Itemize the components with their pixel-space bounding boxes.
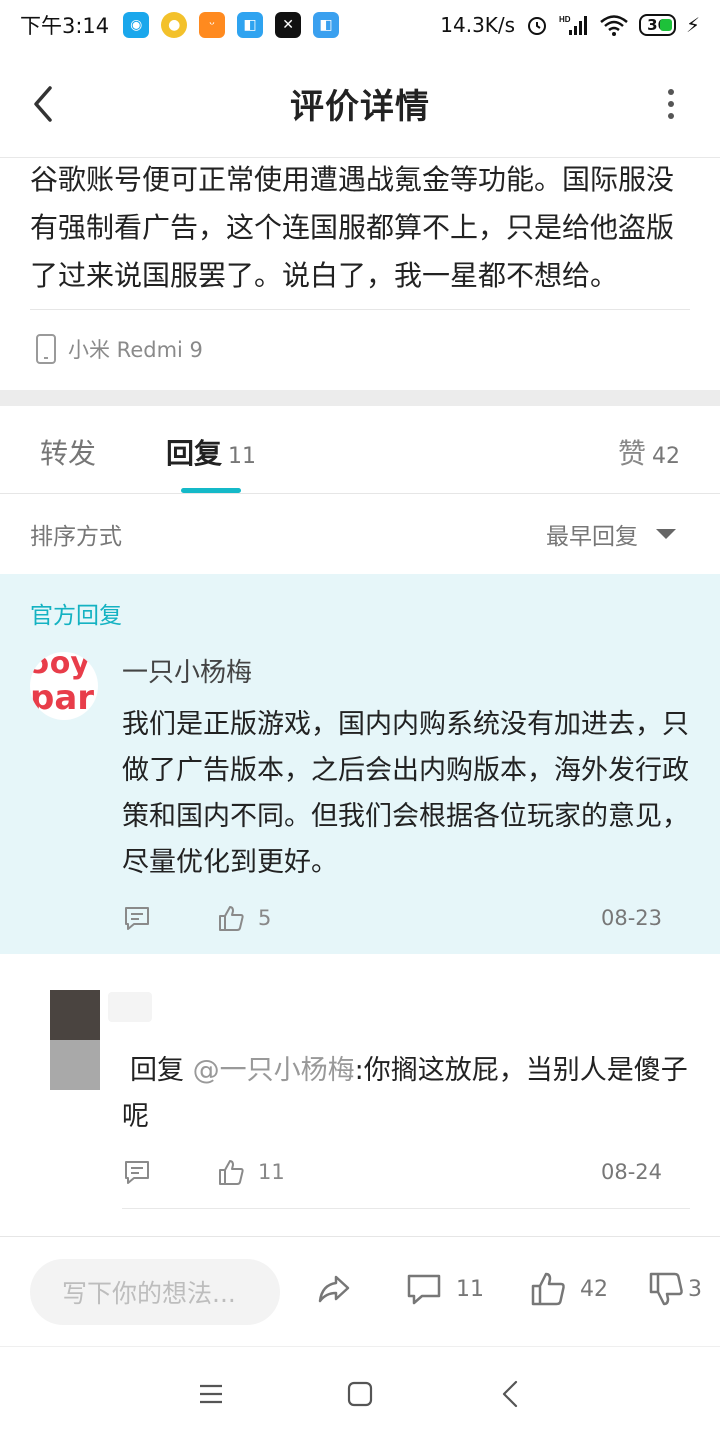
tab-bar: 转发 回复 11 赞 42 bbox=[0, 406, 720, 494]
page-header: 评价详情 bbox=[0, 50, 720, 158]
tab-likes[interactable]: 赞 42 bbox=[618, 432, 680, 472]
comment-icon[interactable] bbox=[122, 903, 152, 933]
comment-input[interactable]: 写下你的想法... bbox=[30, 1259, 280, 1325]
app-notification-icon-3: ◧ bbox=[313, 12, 340, 38]
user-name-redacted bbox=[108, 992, 152, 1022]
thumbs-up-icon bbox=[531, 1272, 565, 1306]
comment-input-placeholder: 写下你的想法... bbox=[62, 1279, 236, 1308]
capcut-notification-icon: ✕ bbox=[275, 12, 302, 38]
device-name: 小米 Redmi 9 bbox=[68, 338, 203, 362]
section-divider bbox=[0, 390, 720, 406]
official-like-count: 5 bbox=[258, 906, 272, 930]
comment-count: 11 bbox=[456, 1276, 484, 1302]
user-avatar[interactable] bbox=[50, 990, 100, 1090]
alarm-icon bbox=[528, 17, 547, 35]
sort-bar: 排序方式 最早回复 bbox=[0, 494, 720, 574]
user-reply-actions: 11 08-24 bbox=[122, 1154, 662, 1190]
app-notification-icon-2: ◧ bbox=[237, 12, 264, 38]
reply-prefix: 回复 bbox=[130, 1055, 193, 1086]
thumbs-down-icon bbox=[649, 1272, 683, 1306]
divider bbox=[30, 309, 690, 310]
battery-indicator: 36 bbox=[639, 14, 676, 36]
home-icon[interactable] bbox=[343, 1377, 377, 1411]
bottom-action-bar: 写下你的想法... 11 42 3 bbox=[0, 1236, 720, 1346]
phone-icon bbox=[36, 334, 56, 364]
menu-icon[interactable] bbox=[194, 1377, 228, 1411]
like-button[interactable]: 42 bbox=[528, 1269, 608, 1309]
svg-text:HD: HD bbox=[559, 15, 571, 24]
signal-icon: HD bbox=[559, 15, 588, 35]
device-info: 小米 Redmi 9 bbox=[36, 334, 203, 364]
taobao-notification-icon: ᵕ bbox=[199, 12, 226, 38]
charging-icon: ⚡ bbox=[685, 13, 700, 37]
back-icon[interactable] bbox=[494, 1377, 528, 1411]
dislike-button[interactable]: 3 bbox=[646, 1269, 702, 1309]
official-reply-content: 我们是正版游戏，国内内购系统没有加进去，只做了广告版本，之后会出内购版本，海外发… bbox=[122, 709, 689, 878]
official-reply-actions: 5 08-23 bbox=[122, 900, 662, 936]
tab-forward-label: 转发 bbox=[40, 437, 97, 470]
tab-likes-count: 42 bbox=[652, 444, 680, 469]
vertical-dots-icon[interactable] bbox=[666, 88, 676, 120]
sort-value: 最早回复 bbox=[546, 524, 638, 550]
user-reply-content: 回复 @一只小杨梅:你搁这放屁，当别人是傻子呢 bbox=[122, 1048, 690, 1140]
thumbs-up-icon bbox=[219, 906, 244, 931]
app-notification-icon: ● bbox=[161, 12, 188, 38]
official-reply-label: 官方回复 bbox=[30, 603, 122, 629]
tab-forward[interactable]: 转发 bbox=[40, 432, 96, 472]
divider bbox=[122, 1208, 690, 1209]
page-title: 评价详情 bbox=[290, 87, 430, 127]
tab-reply[interactable]: 回复 11 bbox=[166, 432, 256, 472]
wifi-icon bbox=[600, 15, 628, 36]
system-nav-bar bbox=[0, 1346, 720, 1440]
user-like-button[interactable]: 11 bbox=[216, 1157, 285, 1187]
tab-likes-label: 赞 bbox=[617, 437, 646, 470]
sort-label: 排序方式 bbox=[30, 524, 122, 550]
qq-notification-icon: ◉ bbox=[123, 12, 150, 38]
review-text: 谷歌账号便可正常使用遭遇战氪金等功能。国际服没有强制看广告，这个连国服都算不上，… bbox=[30, 163, 675, 292]
share-button[interactable] bbox=[314, 1269, 354, 1309]
chevron-left-icon[interactable] bbox=[28, 84, 60, 124]
comment-icon bbox=[407, 1274, 441, 1305]
official-like-button[interactable]: 5 bbox=[216, 903, 271, 933]
caret-down-icon bbox=[656, 529, 676, 539]
official-reply-date: 08-23 bbox=[600, 906, 662, 930]
like-count: 42 bbox=[580, 1276, 608, 1302]
status-time: 下午3:14 bbox=[20, 14, 110, 38]
active-tab-indicator bbox=[181, 488, 241, 493]
official-author-name[interactable]: 一只小杨梅 bbox=[122, 652, 252, 689]
tab-reply-count: 11 bbox=[228, 444, 257, 469]
share-icon bbox=[318, 1275, 350, 1303]
user-reply-date: 08-24 bbox=[600, 1160, 662, 1184]
status-bar: 下午3:14 ◉ ● ᵕ ◧ ✕ ◧ 14.3K/s HD 36 ⚡ bbox=[0, 0, 720, 50]
comment-icon[interactable] bbox=[122, 1157, 152, 1187]
network-speed: 14.3K/s bbox=[440, 13, 516, 37]
official-reply-card: 官方回复 ɔoy ɒar 一只小杨梅 我们是正版游戏，国内内购系统没有加进去，只… bbox=[0, 574, 720, 954]
dislike-count: 3 bbox=[688, 1276, 702, 1302]
sort-dropdown[interactable]: 最早回复 bbox=[546, 517, 690, 551]
tab-reply-label: 回复 bbox=[166, 437, 223, 470]
thumbs-up-icon bbox=[219, 1160, 244, 1185]
reply-mention[interactable]: @一只小杨梅 bbox=[193, 1055, 355, 1086]
developer-avatar[interactable]: ɔoy ɒar bbox=[30, 652, 98, 720]
user-like-count: 11 bbox=[258, 1160, 285, 1184]
comments-button[interactable]: 11 bbox=[404, 1269, 484, 1309]
